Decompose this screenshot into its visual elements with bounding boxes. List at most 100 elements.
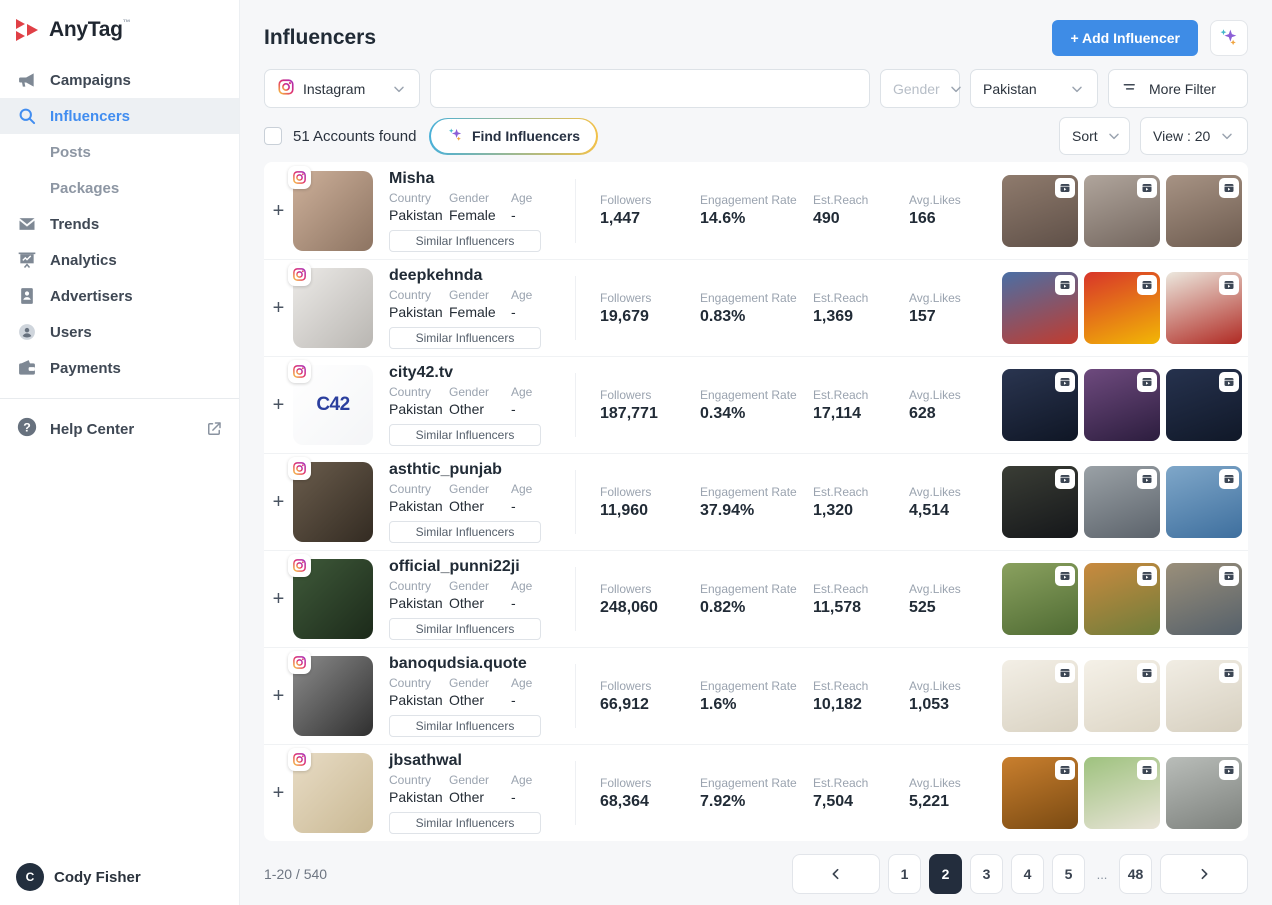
page-header: Influencers + Add Influencer — [264, 20, 1248, 56]
anytag-logo[interactable]: AnyTag™ — [0, 0, 239, 62]
user-menu[interactable]: C Cody Fisher — [16, 863, 141, 891]
page-button-3[interactable]: 3 — [970, 854, 1003, 894]
ai-assistant-button[interactable] — [1210, 20, 1248, 56]
platform-select[interactable]: Instagram — [264, 69, 420, 108]
influencer-name[interactable]: deepkehnda — [389, 267, 575, 285]
sidebar-item-trends[interactable]: Trends — [0, 206, 239, 242]
influencer-name[interactable]: banoqudsia.quote — [389, 655, 575, 673]
platform-select-value: Instagram — [303, 81, 365, 97]
sidebar-item-advertisers[interactable]: Advertisers — [0, 278, 239, 314]
similar-influencers-button[interactable]: Similar Influencers — [389, 618, 541, 640]
sort-select[interactable]: Sort — [1059, 117, 1130, 155]
gender-header: Gender — [449, 191, 511, 206]
post-thumbnail[interactable] — [1002, 563, 1078, 635]
post-thumbnail[interactable] — [1084, 272, 1160, 344]
country-select-value: Pakistan — [983, 81, 1037, 97]
influencer-name[interactable]: asthtic_punjab — [389, 461, 575, 479]
similar-influencers-button[interactable]: Similar Influencers — [389, 230, 541, 252]
influencer-avatar[interactable] — [293, 753, 373, 833]
est-reach-value: 17,114 — [813, 405, 909, 423]
add-influencer-button[interactable]: + Add Influencer — [1052, 20, 1198, 56]
more-filter-button[interactable]: More Filter — [1108, 69, 1248, 108]
sidebar-item-help-center[interactable]: ? Help Center — [0, 411, 239, 447]
post-thumbnail[interactable] — [1002, 466, 1078, 538]
sidebar-item-posts[interactable]: Posts — [0, 134, 239, 170]
sidebar-item-analytics[interactable]: Analytics — [0, 242, 239, 278]
influencer-name[interactable]: official_punni22ji — [389, 558, 575, 576]
country-select[interactable]: Pakistan — [970, 69, 1098, 108]
gender-header: Gender — [449, 676, 511, 691]
sidebar-item-users[interactable]: Users — [0, 314, 239, 350]
next-page-button[interactable] — [1160, 854, 1248, 894]
sidebar-item-packages[interactable]: Packages — [0, 170, 239, 206]
sidebar-item-influencers[interactable]: Influencers — [0, 98, 239, 134]
find-influencers-button[interactable]: Find Influencers — [429, 118, 597, 155]
influencer-name[interactable]: Misha — [389, 170, 575, 188]
post-thumbnail[interactable] — [1002, 272, 1078, 344]
influencer-info: banoqudsia.quote CountryPakistan GenderO… — [389, 655, 575, 737]
post-thumbnail[interactable] — [1084, 757, 1160, 829]
post-thumbnail[interactable] — [1166, 272, 1242, 344]
search-input[interactable] — [430, 69, 870, 108]
page-button-4[interactable]: 4 — [1011, 854, 1044, 894]
table-row: + Misha CountryPakistan GenderFemale Age… — [264, 162, 1248, 259]
expand-row-button[interactable]: + — [273, 589, 285, 609]
post-thumbnail[interactable] — [1084, 563, 1160, 635]
table-row: + banoqudsia.quote CountryPakistan Gende… — [264, 647, 1248, 744]
page-button-48[interactable]: 48 — [1119, 854, 1152, 894]
gender-select[interactable]: Gender — [880, 69, 960, 108]
influencer-avatar[interactable] — [293, 656, 373, 736]
post-thumbnail[interactable] — [1084, 175, 1160, 247]
expand-row-button[interactable]: + — [273, 201, 285, 221]
post-thumbnail[interactable] — [1166, 660, 1242, 732]
similar-influencers-button[interactable]: Similar Influencers — [389, 327, 541, 349]
expand-row-button[interactable]: + — [273, 298, 285, 318]
page-button-2[interactable]: 2 — [929, 854, 962, 894]
users-icon — [16, 321, 38, 343]
post-thumbnail[interactable] — [1166, 369, 1242, 441]
similar-influencers-button[interactable]: Similar Influencers — [389, 424, 541, 446]
post-thumbnail[interactable] — [1166, 466, 1242, 538]
expand-row-button[interactable]: + — [273, 492, 285, 512]
influencer-avatar[interactable] — [293, 559, 373, 639]
influencer-avatar[interactable] — [293, 171, 373, 251]
influencer-info: jbsathwal CountryPakistan GenderOther Ag… — [389, 752, 575, 834]
trends-icon — [16, 213, 38, 235]
expand-row-button[interactable]: + — [273, 686, 285, 706]
similar-influencers-button[interactable]: Similar Influencers — [389, 812, 541, 834]
post-thumbnail[interactable] — [1002, 757, 1078, 829]
select-all-checkbox[interactable] — [264, 127, 282, 145]
engagement-rate-header: Engagement Rate — [700, 388, 813, 402]
post-thumbnail[interactable] — [1166, 757, 1242, 829]
post-thumbnail[interactable] — [1002, 175, 1078, 247]
filter-lines-icon — [1121, 78, 1139, 99]
post-thumbnail[interactable] — [1002, 660, 1078, 732]
expand-row-button[interactable]: + — [273, 783, 285, 803]
expand-row-button[interactable]: + — [273, 395, 285, 415]
influencer-name[interactable]: jbsathwal — [389, 752, 575, 770]
page-button-5[interactable]: 5 — [1052, 854, 1085, 894]
post-thumbnail[interactable] — [1084, 660, 1160, 732]
page-button-1[interactable]: 1 — [888, 854, 921, 894]
influencer-name[interactable]: city42.tv — [389, 364, 575, 382]
engagement-rate-header: Engagement Rate — [700, 582, 813, 596]
sidebar: AnyTag™ CampaignsInfluencersPostsPackage… — [0, 0, 240, 905]
sidebar-item-campaigns[interactable]: Campaigns — [0, 62, 239, 98]
avatar-logo-text — [293, 462, 373, 542]
view-count-select[interactable]: View : 20 — [1140, 117, 1248, 155]
influencer-avatar[interactable] — [293, 462, 373, 542]
post-thumbnails — [1002, 272, 1248, 344]
similar-influencers-button[interactable]: Similar Influencers — [389, 521, 541, 543]
influencer-avatar[interactable] — [293, 268, 373, 348]
post-thumbnail[interactable] — [1084, 369, 1160, 441]
influencer-avatar[interactable]: C42 — [293, 365, 373, 445]
video-badge-icon — [1137, 372, 1157, 392]
influencer-attributes: CountryPakistan GenderOther Age- — [389, 676, 575, 709]
previous-page-button[interactable] — [792, 854, 880, 894]
post-thumbnail[interactable] — [1166, 175, 1242, 247]
sidebar-item-payments[interactable]: Payments — [0, 350, 239, 386]
post-thumbnail[interactable] — [1084, 466, 1160, 538]
post-thumbnail[interactable] — [1002, 369, 1078, 441]
post-thumbnail[interactable] — [1166, 563, 1242, 635]
similar-influencers-button[interactable]: Similar Influencers — [389, 715, 541, 737]
